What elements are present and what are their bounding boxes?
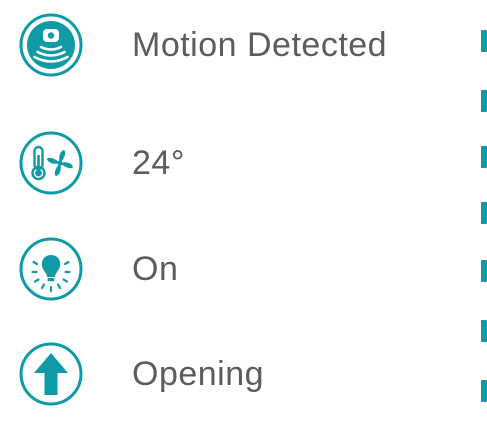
status-row-opening[interactable]: Opening bbox=[18, 341, 264, 407]
status-row-temperature[interactable]: 24° bbox=[18, 130, 185, 196]
thermostat-fan-icon bbox=[19, 131, 83, 195]
motion-sensor-icon bbox=[19, 13, 83, 77]
right-edge-bar bbox=[481, 90, 487, 112]
status-label-opening: Opening bbox=[132, 355, 265, 393]
status-row-motion[interactable]: Motion Detected bbox=[18, 12, 387, 78]
device-status-list: Motion Detected 24° On Opening bbox=[0, 0, 487, 425]
status-row-light[interactable]: On bbox=[18, 236, 178, 302]
light-bulb-icon bbox=[19, 237, 83, 301]
right-edge-bar bbox=[481, 380, 487, 402]
right-edge-bar bbox=[481, 320, 487, 342]
right-edge-bar bbox=[481, 146, 487, 168]
status-label-temperature: 24° bbox=[132, 144, 185, 182]
status-label-light: On bbox=[132, 250, 179, 288]
right-edge-bar bbox=[481, 202, 487, 224]
up-arrow-icon bbox=[19, 342, 83, 406]
right-edge-bar bbox=[481, 30, 487, 52]
right-edge-bar bbox=[481, 260, 487, 282]
status-label-motion: Motion Detected bbox=[132, 26, 388, 64]
